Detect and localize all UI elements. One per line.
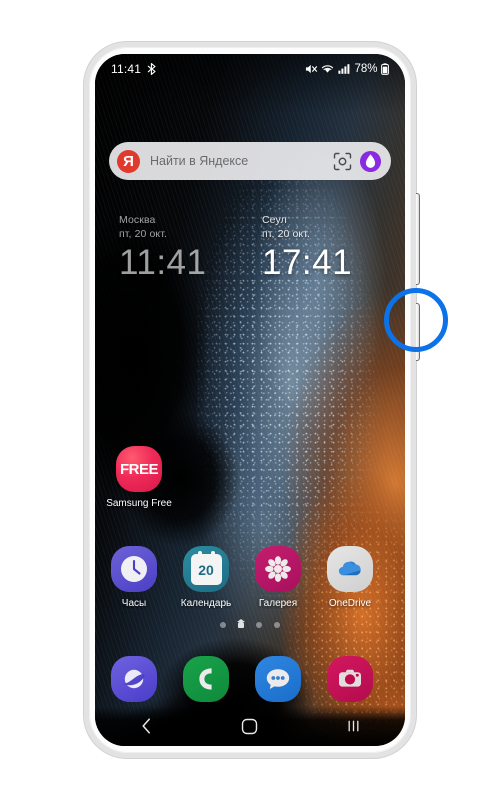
app-icon-calendar[interactable]: 20 Календарь bbox=[173, 546, 239, 609]
battery-percent-label: 78% bbox=[354, 63, 378, 75]
yandex-search-widget[interactable]: Я Найти в Яндексе bbox=[109, 142, 391, 180]
status-bar: 11:41 78% bbox=[95, 54, 405, 84]
gallery-flower-icon bbox=[255, 546, 301, 592]
search-input-placeholder[interactable]: Найти в Яндексе bbox=[150, 154, 333, 168]
samsung-free-icon: FREE bbox=[116, 446, 162, 492]
dock bbox=[95, 656, 405, 712]
clock-city-moscow[interactable]: Москва пт, 20 окт. 11:41 bbox=[95, 214, 250, 310]
dock-icon-messages[interactable] bbox=[245, 656, 311, 702]
yandex-logo-icon: Я bbox=[117, 149, 140, 173]
page-dot[interactable] bbox=[274, 622, 280, 628]
recents-button[interactable] bbox=[330, 711, 376, 741]
back-button[interactable] bbox=[124, 711, 170, 741]
volume-rocker-key[interactable] bbox=[416, 193, 420, 285]
navigation-bar bbox=[95, 706, 405, 746]
phone-device: 11:41 78% Я Найти в Яндексе Москва пт, 2… bbox=[83, 41, 420, 759]
app-icon-onedrive[interactable]: OneDrive bbox=[317, 546, 383, 609]
app-icon-samsung-free[interactable]: FREE Samsung Free bbox=[106, 446, 172, 509]
calendar-page-shape: 20 bbox=[190, 550, 222, 585]
camera-icon bbox=[327, 656, 373, 702]
clock-city-label-left: Москва bbox=[119, 214, 156, 226]
clock-date-label-left: пт, 20 окт. bbox=[119, 228, 167, 240]
calendar-icon: 20 bbox=[183, 546, 229, 592]
lens-scan-icon[interactable] bbox=[333, 152, 352, 171]
clock-city-label-right: Сеул bbox=[262, 214, 287, 226]
battery-icon bbox=[381, 63, 389, 75]
app-label-calendar: Календарь bbox=[180, 598, 232, 609]
clock-date-label-right: пт, 20 окт. bbox=[262, 228, 310, 240]
message-bubble-icon bbox=[255, 656, 301, 702]
status-bar-right: 78% bbox=[305, 63, 389, 75]
onedrive-cloud-icon bbox=[327, 546, 373, 592]
app-label-onedrive: OneDrive bbox=[328, 598, 372, 609]
dual-clock-widget[interactable]: Москва пт, 20 окт. 11:41 Сеул пт, 20 окт… bbox=[95, 214, 405, 310]
clock-time-right: 17:41 bbox=[262, 243, 353, 282]
status-bar-left: 11:41 bbox=[111, 62, 158, 76]
app-label-samsung-free: Samsung Free bbox=[106, 498, 172, 509]
dock-icon-phone[interactable] bbox=[173, 656, 239, 702]
dock-icon-camera[interactable] bbox=[317, 656, 383, 702]
status-bar-clock: 11:41 bbox=[111, 62, 142, 76]
app-label-gallery: Галерея bbox=[258, 598, 298, 609]
home-button[interactable] bbox=[227, 711, 273, 741]
page-dot-home-active[interactable] bbox=[237, 619, 245, 628]
sound-mute-icon bbox=[305, 64, 318, 74]
dock-icon-internet[interactable] bbox=[101, 656, 167, 702]
back-chevron-icon bbox=[142, 718, 151, 734]
wifi-icon bbox=[322, 65, 334, 73]
phone-screen[interactable]: 11:41 78% Я Найти в Яндексе Москва пт, 2… bbox=[95, 54, 405, 746]
calendar-day-number: 20 bbox=[198, 562, 214, 578]
page-dot[interactable] bbox=[256, 622, 262, 628]
app-icon-gallery[interactable]: Галерея bbox=[245, 546, 311, 609]
page-indicator[interactable] bbox=[95, 619, 405, 628]
internet-planet-icon bbox=[111, 656, 157, 702]
samsung-free-glyph: FREE bbox=[119, 460, 159, 478]
app-icon-clock[interactable]: Часы bbox=[101, 546, 167, 609]
alice-assistant-icon[interactable] bbox=[359, 150, 382, 173]
page-dot[interactable] bbox=[220, 622, 226, 628]
clock-city-seoul[interactable]: Сеул пт, 20 окт. 17:41 bbox=[250, 214, 405, 310]
cellular-signal-icon bbox=[338, 64, 350, 74]
clock-time-left: 11:41 bbox=[119, 243, 207, 282]
bluetooth-audio-icon bbox=[147, 63, 156, 75]
recents-bars-icon bbox=[348, 720, 359, 732]
phone-handset-icon bbox=[183, 656, 229, 702]
home-circle-icon bbox=[242, 718, 258, 734]
side-key-highlight-ring bbox=[384, 288, 448, 352]
page-canvas: 11:41 78% Я Найти в Яндексе Москва пт, 2… bbox=[0, 0, 500, 800]
app-label-clock: Часы bbox=[121, 598, 147, 609]
clock-icon bbox=[111, 546, 157, 592]
